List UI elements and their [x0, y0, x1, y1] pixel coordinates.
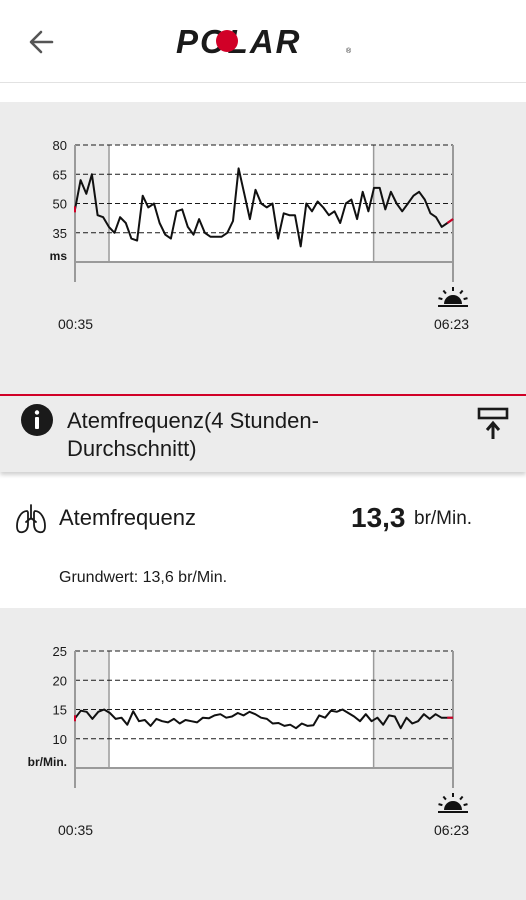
logo-text: POLAR [176, 24, 302, 58]
metric-unit: br/Min. [414, 508, 473, 529]
info-title: Atemfrequenz(4 Stunden-Durchschnitt) [67, 408, 319, 461]
svg-text:®: ® [346, 47, 352, 55]
y-tick-label: 25 [53, 644, 67, 659]
logo-accent-dot [216, 30, 238, 52]
metric-value: 13,3 [351, 502, 406, 533]
app-header: POLAR ® [0, 0, 526, 83]
y-tick-label: 35 [53, 226, 67, 241]
y-tick-label: 15 [53, 703, 67, 718]
y-tick-label: 65 [53, 167, 67, 182]
chart-start-time: 00:35 [58, 822, 94, 838]
chart-end-time: 06:23 [434, 822, 470, 838]
back-arrow-icon[interactable] [22, 22, 62, 62]
hrv-chart-panel: 80 65 50 35 ms 00:35 06:23 [0, 102, 526, 394]
y-tick-label: 20 [53, 673, 67, 688]
collapse-up-icon[interactable] [476, 406, 510, 440]
y-axis-unit: ms [50, 249, 68, 263]
baseline-value: Grundwert: 13,6 br/Min. [59, 569, 228, 586]
y-axis-unit: br/Min. [28, 755, 67, 769]
moon-icon [70, 793, 80, 813]
info-circle-icon[interactable] [21, 404, 53, 436]
y-tick-label: 50 [53, 197, 67, 212]
lungs-icon [16, 504, 46, 534]
y-tick-label: 10 [53, 732, 67, 747]
chart-start-time: 00:35 [58, 316, 94, 332]
chart-end-time: 06:23 [434, 316, 470, 332]
sunrise-icon [438, 287, 468, 307]
sunrise-icon [438, 793, 468, 813]
polar-logo: POLAR ® [176, 24, 352, 58]
y-tick-label: 80 [53, 138, 67, 153]
resp-chart: 25 20 15 10 br/Min. [28, 644, 468, 813]
moon-icon [70, 287, 80, 307]
resp-chart-panel: 25 20 15 10 br/Min. 00:35 06:23 [0, 608, 526, 900]
hrv-chart: 80 65 50 35 ms [50, 138, 468, 307]
metric-label: Atemfrequenz [59, 505, 196, 530]
